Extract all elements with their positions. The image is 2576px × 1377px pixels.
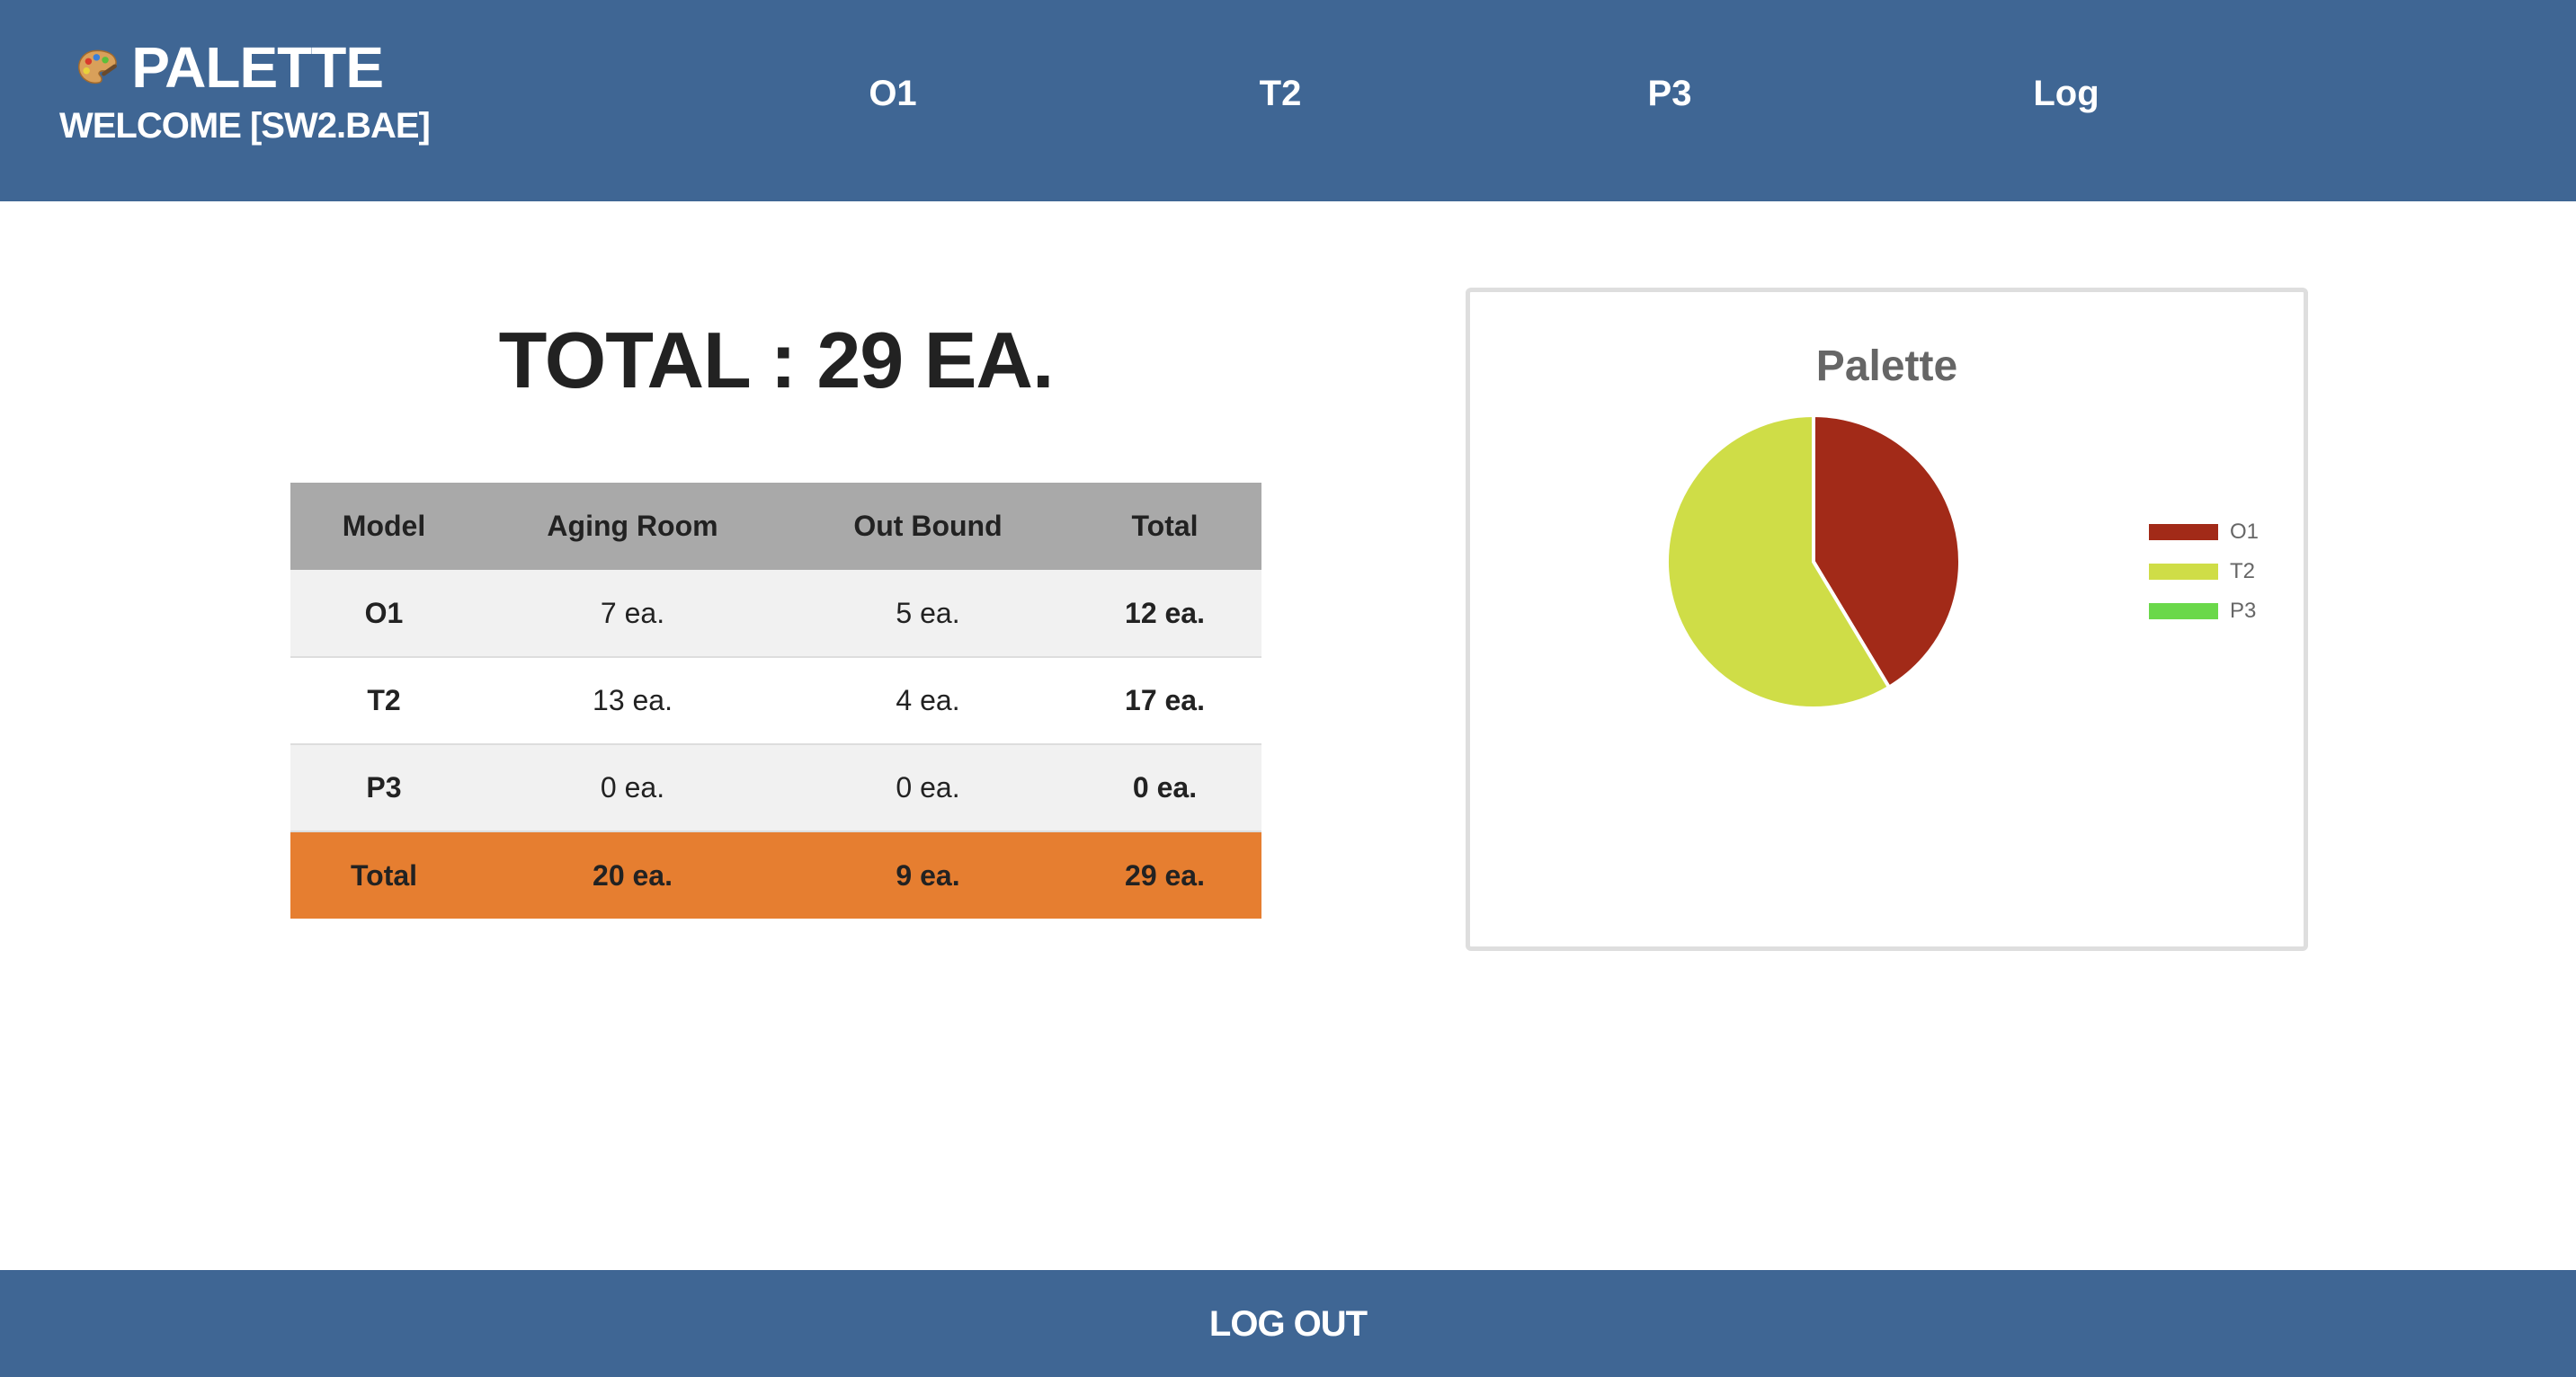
footer-bar: LOG OUT	[0, 1270, 2576, 1377]
legend-swatch	[2149, 603, 2218, 619]
legend-label: O1	[2230, 520, 2260, 544]
legend-item-p3[interactable]: P3	[2149, 591, 2259, 631]
brand-title: PALETTE	[131, 35, 384, 100]
table-row: P3 0 ea. 0 ea. 0 ea.	[290, 744, 1261, 831]
table-row: T2 13 ea. 4 ea. 17 ea.	[290, 657, 1261, 744]
inventory-table: Model Aging Room Out Bound Total O1 7 ea…	[290, 483, 1261, 919]
table-row: O1 7 ea. 5 ea. 12 ea.	[290, 570, 1261, 657]
column-header-aging-room: Aging Room	[547, 510, 718, 542]
cell-total: 0 ea.	[1132, 771, 1198, 804]
cell-total: 17 ea.	[1125, 684, 1205, 716]
palette-icon	[78, 49, 117, 84]
cell-grand-total: 29 ea.	[1125, 858, 1205, 892]
legend-item-t2[interactable]: T2	[2149, 552, 2259, 591]
legend-item-o1[interactable]: O1	[2149, 512, 2259, 552]
table-header-row: Model Aging Room Out Bound Total	[290, 483, 1261, 570]
legend-swatch	[2149, 524, 2218, 540]
column-header-total: Total	[1131, 510, 1199, 542]
nav-item-o1[interactable]: O1	[869, 74, 916, 114]
legend-label: P3	[2230, 599, 2257, 623]
cell-total-aging-room: 20 ea.	[593, 858, 673, 892]
cell-total: 12 ea.	[1125, 596, 1205, 629]
brand-row: PALETTE	[59, 34, 384, 101]
nav-item-log[interactable]: Log	[2033, 74, 2099, 114]
cell-model: T2	[367, 684, 401, 716]
top-header: PALETTE WELCOME [SW2.BAE] O1 T2 P3 Log	[0, 0, 2576, 201]
cell-aging-room: 13 ea.	[593, 684, 673, 716]
logout-button[interactable]: LOG OUT	[1209, 1304, 1368, 1345]
cell-model: O1	[364, 596, 404, 629]
cell-out-bound: 4 ea.	[896, 684, 960, 716]
column-header-model: Model	[342, 510, 426, 542]
total-heading: TOTAL : 29 EA.	[498, 315, 1055, 404]
welcome-text: WELCOME [SW2.BAE]	[59, 106, 431, 146]
cell-total-label: Total	[350, 858, 418, 892]
column-header-out-bound: Out Bound	[853, 510, 1003, 542]
nav-item-t2[interactable]: T2	[1260, 74, 1302, 114]
nav-item-p3[interactable]: P3	[1648, 74, 1692, 114]
cell-aging-room: 0 ea.	[600, 771, 665, 804]
legend-swatch	[2149, 564, 2218, 580]
cell-total-out-bound: 9 ea.	[896, 858, 960, 892]
cell-model: P3	[366, 771, 402, 804]
legend-label: T2	[2230, 559, 2256, 583]
table-total-row: Total 20 ea. 9 ea. 29 ea.	[290, 831, 1261, 919]
cell-out-bound: 5 ea.	[896, 596, 960, 629]
cell-out-bound: 0 ea.	[896, 771, 960, 804]
chart-legend: O1 T2 P3	[2149, 512, 2259, 631]
cell-aging-room: 7 ea.	[600, 596, 665, 629]
brand: PALETTE WELCOME [SW2.BAE]	[59, 34, 431, 147]
chart-panel: Palette O1 T2 P3	[1466, 288, 2308, 951]
